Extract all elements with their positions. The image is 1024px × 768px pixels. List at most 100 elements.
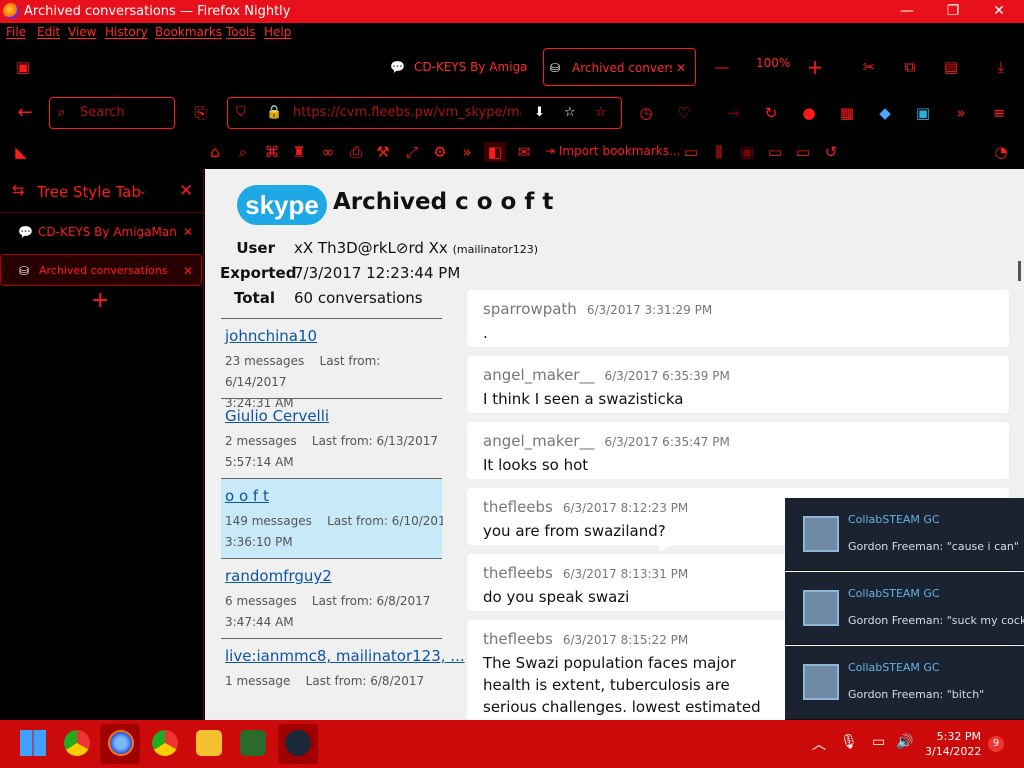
chat-bubble-icon: 💬 <box>18 225 33 239</box>
zoom-out-icon[interactable]: — <box>711 57 733 77</box>
conversation-link[interactable]: randomfrguy2 <box>225 567 332 585</box>
network-monitor-icon[interactable]: ▭ <box>872 734 885 750</box>
conversation-item[interactable]: live:ianmmc8, mailinator123, ... 1 messa… <box>221 638 465 720</box>
folder-icon[interactable]: ▣ <box>12 57 34 77</box>
sidebar-dropdown-chevron-icon[interactable]: ⌄ <box>138 184 147 197</box>
history-clock-icon[interactable]: ◷ <box>635 103 657 123</box>
bell-icon[interactable]: ♜ <box>288 142 310 162</box>
menu-view[interactable]: View <box>68 25 96 39</box>
url-bar[interactable]: ⛉ 🔒 https://cvm.fleebs.pw/vm_skype/mail … <box>227 97 622 129</box>
hamburger-menu-icon[interactable]: ≡ <box>988 103 1010 123</box>
game-app-icon[interactable] <box>240 730 266 756</box>
reader-icon[interactable]: ▦ <box>836 103 858 123</box>
search-box[interactable]: ⌕ Search <box>49 97 175 129</box>
network-icon[interactable]: ⌘ <box>261 142 283 162</box>
wrench-icon[interactable]: ⚒ <box>372 142 394 162</box>
file-explorer-icon[interactable] <box>196 730 222 756</box>
library-icon[interactable]: ⫼ <box>708 142 730 162</box>
screenshot-icon[interactable]: ▣ <box>736 142 758 162</box>
conversation-link[interactable]: johnchina10 <box>225 327 317 345</box>
sidebar-tab-cd-keys[interactable]: 💬 CD-KEYS By AmigaMan ✕ <box>0 216 204 248</box>
steam-icon[interactable] <box>285 730 311 756</box>
sidebar-close-icon[interactable]: ✕ <box>179 181 193 201</box>
steam-notification[interactable]: CollabSTEAM GC Gordon Freeman: "bitch" <box>785 646 1024 720</box>
back-arrow-icon[interactable]: ← <box>14 103 36 123</box>
windows-start-icon[interactable] <box>20 730 46 756</box>
notification-group: CollabSTEAM GC <box>848 587 940 600</box>
pocket-icon[interactable]: ♡ <box>673 103 695 123</box>
microphone-icon[interactable]: 🎙 <box>840 734 858 750</box>
star-icon[interactable]: ☆ <box>564 98 576 128</box>
conversation-link[interactable]: Giulio Cervelli <box>225 407 329 425</box>
gear-icon[interactable]: ⚙ <box>429 142 451 162</box>
bookmark-star-icon[interactable]: ☆ <box>595 98 607 128</box>
volume-icon[interactable]: 🔊 <box>896 734 913 750</box>
diamond-icon[interactable]: ◆ <box>874 103 896 123</box>
notification-text: Gordon Freeman: "cause i can" <box>848 540 1019 553</box>
extension-c-icon[interactable]: ● <box>798 103 820 123</box>
pocket-download-icon[interactable]: ⬇ <box>534 98 545 128</box>
conversation-link[interactable]: o o f t <box>225 487 269 505</box>
tablet-icon[interactable]: ▭ <box>792 142 814 162</box>
tray-chevron-icon[interactable]: ︿ <box>812 734 826 754</box>
conversation-item-selected[interactable]: o o f t 149 messages Last from: 6/10/201… <box>221 478 443 558</box>
conversation-item[interactable]: randomfrguy2 6 messages Last from: 6/8/2… <box>221 558 442 638</box>
restore-history-icon[interactable]: ↺ <box>820 142 842 162</box>
firefox-nightly-icon[interactable] <box>108 730 134 756</box>
minimize-button[interactable]: — <box>884 1 930 21</box>
menu-tools[interactable]: Tools <box>226 25 256 39</box>
clock[interactable]: 5:32 PM 3/14/2022 <box>925 729 981 759</box>
conversation-link[interactable]: live:ianmmc8, mailinator123, ... <box>225 647 465 665</box>
navigation-bar: ← ⌕ Search ⎘ ⛉ 🔒 https://cvm.fleebs.pw/v… <box>0 91 1024 135</box>
new-tab-red-icon[interactable]: ◣ <box>10 142 32 162</box>
forward-arrow-icon[interactable]: → <box>722 103 744 123</box>
menu-history[interactable]: History <box>105 25 148 39</box>
more-chevron-icon[interactable]: » <box>456 142 478 162</box>
sidebar-toggle-icon[interactable]: ◧ <box>484 142 506 162</box>
folder-open-icon[interactable]: ▭ <box>764 142 786 162</box>
home-icon[interactable]: ⌂ <box>204 142 226 162</box>
zoom-in-icon[interactable]: + <box>804 57 826 77</box>
maximize-button[interactable]: ❐ <box>930 1 976 21</box>
account-icon[interactable]: ◔ <box>990 142 1012 162</box>
reload-icon[interactable]: ↻ <box>760 103 782 123</box>
steam-notification[interactable]: CollabSTEAM GC Gordon Freeman: "cause i … <box>785 498 1024 571</box>
window-icon[interactable]: ▭ <box>680 142 702 162</box>
expand-icon[interactable]: ⤢ <box>401 142 423 162</box>
save-icon[interactable]: ▣ <box>912 103 934 123</box>
magnifier-icon[interactable]: ⌕ <box>232 142 254 162</box>
overflow-chevron-icon[interactable]: » <box>950 103 972 123</box>
tab-archived[interactable]: ⛁ Archived convers ✕ <box>543 48 696 86</box>
tab-cd-keys[interactable]: 💬 CD-KEYS By Amiga <box>386 48 536 86</box>
menu-bookmarks[interactable]: Bookmarks <box>155 25 222 39</box>
menu-help[interactable]: Help <box>264 25 291 39</box>
conversation-item[interactable]: johnchina10 23 messages Last from: 6/14/… <box>221 318 442 410</box>
chrome-icon[interactable] <box>152 730 178 756</box>
close-tab-icon[interactable]: ✕ <box>183 216 193 248</box>
printer-icon[interactable]: ⎙ <box>345 142 367 162</box>
mail-icon[interactable]: ✉ <box>513 142 535 162</box>
last-from: Last from: 6/10/2017 <box>327 514 443 528</box>
zoom-level[interactable]: 100% <box>756 56 790 70</box>
conversation-item[interactable]: Giulio Cervelli 2 messages Last from: 6/… <box>221 398 442 478</box>
sidebar-tab-archived[interactable]: ⛁ Archived conversations ✕ <box>0 254 202 286</box>
menu-edit[interactable]: Edit <box>37 25 60 39</box>
close-tab-icon[interactable]: ✕ <box>183 255 193 287</box>
sidebar-title[interactable]: Tree Style Tab <box>37 183 141 201</box>
scrollbar-thumb[interactable] <box>1018 261 1021 281</box>
new-tab-plus-icon[interactable]: + <box>91 288 109 313</box>
close-tab-icon[interactable]: ✕ <box>676 49 686 85</box>
import-bookmarks-link[interactable]: ⇥ Import bookmarks... <box>545 144 680 158</box>
scissors-icon[interactable]: ✂ <box>858 57 880 77</box>
notification-badge[interactable]: 9 <box>988 736 1004 752</box>
share-icon[interactable]: ⎘ <box>190 103 212 123</box>
chrome-icon[interactable] <box>64 730 90 756</box>
paste-icon[interactable]: ▤ <box>940 57 962 77</box>
close-window-button[interactable]: ✕ <box>976 1 1022 21</box>
copy-icon[interactable]: ⧉ <box>899 57 921 77</box>
download-icon[interactable]: ⤓ <box>990 57 1012 77</box>
mask-icon[interactable]: ∞ <box>317 142 339 162</box>
menu-file[interactable]: File <box>6 25 26 39</box>
steam-notification[interactable]: CollabSTEAM GC Gordon Freeman: "suck my … <box>785 572 1024 645</box>
total-label: Total <box>234 289 275 307</box>
